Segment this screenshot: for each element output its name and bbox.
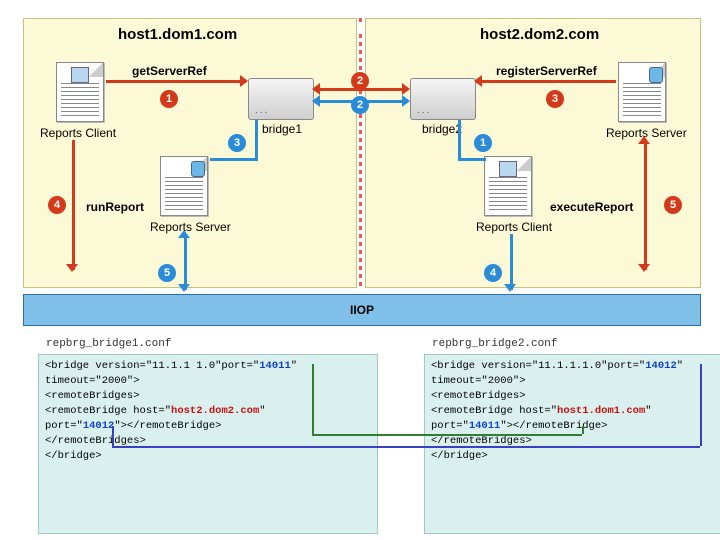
router-bridge2 xyxy=(410,78,476,120)
conf2-l4: <remoteBridge host="host1.dom1.com" xyxy=(431,404,720,419)
arrow-executereport xyxy=(644,140,647,270)
arrowhead-5u xyxy=(638,136,650,144)
conf1-filename: repbrg_bridge1.conf xyxy=(46,338,171,350)
zone-host2 xyxy=(365,18,701,288)
label-getserverref: getServerRef xyxy=(132,64,207,78)
connector-blue-h xyxy=(112,446,700,448)
conf1-box: <bridge version="11.1.1 1.0"port="14011"… xyxy=(38,354,378,534)
label-bridge2: bridge2 xyxy=(422,122,462,136)
connector-blue-v2 xyxy=(700,364,702,446)
arrowhead-b5u xyxy=(178,230,190,238)
arrow-registerserverref xyxy=(476,80,616,83)
step-blue-5: 5 xyxy=(158,264,176,282)
arrowhead-b5d xyxy=(178,284,190,292)
arrow-blue-3h xyxy=(210,158,258,161)
conf2-l2: timeout="2000"> xyxy=(431,374,720,389)
conf2-box: <bridge version="11.1.1.1.0"port="14012"… xyxy=(424,354,720,534)
conf2-l7: </bridge> xyxy=(431,449,720,464)
arrowhead-5d xyxy=(638,264,650,272)
label-reports-client-2: Reports Client xyxy=(476,220,552,234)
connector-green-v2 xyxy=(582,426,584,434)
step-blue-1: 1 xyxy=(474,134,492,152)
diagram-canvas: host1.dom1.com host2.dom2.com Reports Cl… xyxy=(0,0,720,540)
doc-reports-server-1 xyxy=(160,156,208,216)
arrow-runreport xyxy=(72,140,75,270)
conf2-l5: port="14011"></remoteBridge> xyxy=(431,419,720,434)
doc-reports-client-1 xyxy=(56,62,104,122)
conf2-l1: <bridge version="11.1.1.1.0"port="14012" xyxy=(431,359,720,374)
label-registerserverref: registerServerRef xyxy=(496,64,597,78)
arrowhead-b2l xyxy=(312,95,320,107)
label-reports-server-1: Reports Server xyxy=(150,220,231,234)
arrowhead-2l xyxy=(312,83,320,95)
arrowhead-3 xyxy=(474,75,482,87)
step-red-4: 4 xyxy=(48,196,66,214)
conf1-l7: </bridge> xyxy=(45,449,371,464)
step-blue-4: 4 xyxy=(484,264,502,282)
doc-reports-server-2 xyxy=(618,62,666,122)
step-blue-3: 3 xyxy=(228,134,246,152)
connector-green-h xyxy=(312,434,582,436)
label-bridge1: bridge1 xyxy=(262,122,302,136)
arrowhead-b4 xyxy=(504,284,516,292)
conf2-filename: repbrg_bridge2.conf xyxy=(432,338,557,350)
conf1-l3: <remoteBridges> xyxy=(45,389,371,404)
arrowhead-b2r xyxy=(402,95,410,107)
arrow-blue-3 xyxy=(255,120,258,160)
arrow-getserverref xyxy=(106,80,246,83)
host2-title: host2.dom2.com xyxy=(480,26,599,43)
arrow-blue-4 xyxy=(510,234,513,290)
step-red-2: 2 xyxy=(351,72,369,90)
conf1-l1: <bridge version="11.1.1 1.0"port="14011" xyxy=(45,359,371,374)
arrow-blue-5 xyxy=(184,234,187,290)
arrow-blue-1 xyxy=(458,120,461,160)
connector-blue-v1 xyxy=(112,426,114,446)
label-executereport: executeReport xyxy=(550,200,633,214)
arrowhead-1 xyxy=(240,75,248,87)
conf1-l4: <remoteBridge host="host2.dom2.com" xyxy=(45,404,371,419)
arrowhead-4 xyxy=(66,264,78,272)
doc-reports-client-2 xyxy=(484,156,532,216)
host1-title: host1.dom1.com xyxy=(118,26,237,43)
arrow-blue-1h xyxy=(458,158,486,161)
arrowhead-2r xyxy=(402,83,410,95)
step-red-5: 5 xyxy=(664,196,682,214)
step-red-3: 3 xyxy=(546,90,564,108)
step-red-1: 1 xyxy=(160,90,178,108)
conf1-l5: port="14012"></remoteBridge> xyxy=(45,419,371,434)
router-bridge1 xyxy=(248,78,314,120)
iiop-layer: IIOP xyxy=(23,294,701,326)
conf2-l3: <remoteBridges> xyxy=(431,389,720,404)
label-runreport: runReport xyxy=(86,200,144,214)
label-reports-client-1: Reports Client xyxy=(40,126,116,140)
step-blue-2: 2 xyxy=(351,96,369,114)
conf1-l2: timeout="2000"> xyxy=(45,374,371,389)
connector-green-v1 xyxy=(312,364,314,434)
